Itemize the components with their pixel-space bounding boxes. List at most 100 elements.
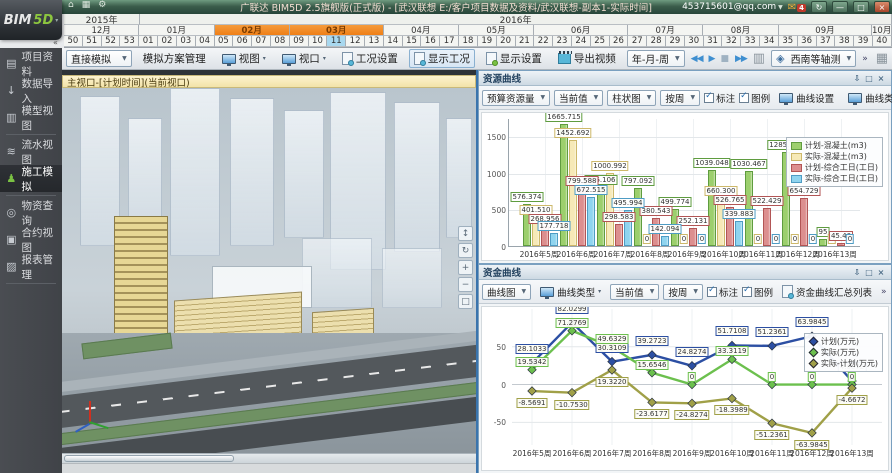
curve-type-button[interactable]: 曲线类型 (843, 88, 892, 107)
timeline-week[interactable]: 08 (271, 36, 290, 47)
timeline-week[interactable]: 24 (572, 36, 591, 47)
timeline-week[interactable]: 09 (290, 36, 309, 47)
sidebar-item-project-info[interactable]: ▤项目资料 (0, 50, 62, 77)
display-settings-button[interactable]: 显示设置 (481, 49, 547, 68)
timeline-week[interactable]: 13 (365, 36, 384, 47)
timeline-week[interactable]: 38 (835, 36, 854, 47)
timeline-week[interactable]: 27 (628, 36, 647, 47)
timeline-week[interactable]: 23 (553, 36, 572, 47)
timeline-week[interactable]: 28 (647, 36, 666, 47)
minimize-button[interactable]: — (832, 1, 848, 13)
stop-button[interactable]: ■ (720, 54, 729, 64)
timeline-month[interactable]: 07月 (628, 25, 703, 36)
timeline-week[interactable]: 21 (516, 36, 535, 47)
curve-settings-button[interactable]: 曲线设置 (774, 88, 839, 107)
simulation-mode-select[interactable]: 直接模拟▼ (66, 50, 132, 67)
pin-icon[interactable]: ⇩ (851, 268, 863, 277)
scrollbar-thumb[interactable] (64, 455, 234, 462)
simulation-plan-manage-button[interactable]: 模拟方案管理 (138, 49, 211, 68)
timeline-week[interactable]: 33 (741, 36, 760, 47)
app-logo[interactable]: BIM 5D ▾ (0, 0, 62, 40)
timeline-week[interactable]: 17 (440, 36, 459, 47)
maximize-icon[interactable]: □ (863, 74, 875, 83)
chart-type-select[interactable]: 曲线图▼ (482, 284, 531, 300)
timeline-month[interactable]: 05月 (459, 25, 534, 36)
legend-checkbox[interactable]: 图例 (739, 91, 770, 105)
timeline-week[interactable]: 40 (873, 36, 892, 47)
view-angle-select[interactable]: ◈西南等轴测▼ (771, 50, 856, 67)
timeline-week[interactable]: 11 (327, 36, 346, 47)
funds-summary-button[interactable]: 资金曲线汇总列表 (777, 282, 877, 301)
sync-icon[interactable]: ↻ (811, 1, 827, 13)
timeline-week[interactable]: 15 (403, 36, 422, 47)
sidebar-item-report-mgmt[interactable]: ▨报表管理 (0, 253, 62, 280)
track-settings-icon[interactable]: ▥ (753, 51, 765, 66)
timeline-week[interactable]: 34 (760, 36, 779, 47)
horizontal-scrollbar[interactable] (62, 453, 476, 463)
3d-scene[interactable]: ↕ ↻ + − □ (62, 88, 476, 453)
maximize-icon[interactable]: □ (863, 268, 875, 277)
timeline-week[interactable]: 25 (591, 36, 610, 47)
legend-checkbox[interactable]: 图例 (742, 285, 773, 299)
timeline-month[interactable]: 12月 (64, 25, 139, 36)
sidebar-item-flow-view[interactable]: ≋流水视图 (0, 138, 62, 165)
timeline-week[interactable]: 05 (215, 36, 234, 47)
timeline-month[interactable]: 09月 (779, 25, 873, 36)
panel-overflow-button[interactable]: » (881, 287, 889, 297)
viewport-button[interactable]: 视口▾ (277, 49, 331, 68)
period-select[interactable]: 按周▼ (663, 284, 703, 300)
timeline-week[interactable]: 18 (459, 36, 478, 47)
timeline-week[interactable]: 52 (102, 36, 121, 47)
resource-bar-chart[interactable]: 576.3741665.715806.106797.092499.7741039… (481, 112, 889, 261)
period-select[interactable]: 按周▼ (660, 90, 700, 106)
fast-forward-button[interactable]: ▶▶ (735, 54, 747, 64)
zoom-in-icon[interactable]: + (458, 260, 473, 275)
timeline-week[interactable]: 30 (685, 36, 704, 47)
orbit-icon[interactable]: ↻ (458, 243, 473, 258)
timeline-week[interactable]: 10 (309, 36, 328, 47)
timeline-month[interactable]: 06月 (534, 25, 628, 36)
timeline-year[interactable]: 2015年 (64, 14, 140, 25)
close-icon[interactable]: × (875, 74, 887, 83)
timeline-week[interactable]: 12 (346, 36, 365, 47)
zoom-out-icon[interactable]: − (458, 277, 473, 292)
curve-type-button[interactable]: 曲线类型▾ (535, 282, 606, 301)
timeline-week[interactable]: 26 (610, 36, 629, 47)
timeline-week[interactable]: 53 (120, 36, 139, 47)
timeline-month[interactable]: 01月 (139, 25, 214, 36)
timeline-week[interactable]: 32 (722, 36, 741, 47)
timeline-week[interactable]: 51 (83, 36, 102, 47)
timeline-week[interactable]: 22 (534, 36, 553, 47)
gear-icon[interactable]: ⚙ (98, 0, 106, 10)
view-button[interactable]: 视图▾ (217, 49, 271, 68)
timeline-week[interactable]: 03 (177, 36, 196, 47)
sidebar-item-material-query[interactable]: ◎物资查询 (0, 199, 62, 226)
timeline-week[interactable]: 19 (478, 36, 497, 47)
home-icon[interactable]: ⌂ (68, 0, 74, 10)
timeline-week[interactable]: 14 (384, 36, 403, 47)
timeline-week[interactable]: 02 (158, 36, 177, 47)
annotate-checkbox[interactable]: 标注 (707, 285, 738, 299)
timeline-week[interactable]: 36 (798, 36, 817, 47)
export-video-button[interactable]: 导出视频 (553, 49, 621, 68)
toolbar-overflow-button[interactable]: » (862, 54, 870, 64)
axis-grid-icon[interactable]: ▦ (876, 51, 888, 66)
value-mode-select[interactable]: 当前值▼ (554, 90, 603, 106)
timeline-week[interactable]: 50 (64, 36, 83, 47)
timeline-week[interactable]: 31 (704, 36, 723, 47)
timeline-week[interactable]: 39 (854, 36, 873, 47)
play-button[interactable]: ▶ (709, 54, 715, 64)
close-icon[interactable]: × (875, 268, 887, 277)
fit-view-icon[interactable]: □ (458, 294, 473, 309)
sidebar-item-data-import[interactable]: ↓数据导入 (0, 77, 62, 104)
timeline-month[interactable]: 10月 (872, 25, 892, 36)
timeline-week[interactable]: 07 (252, 36, 271, 47)
sidebar-item-model-view[interactable]: ▥模型视图 (0, 104, 62, 131)
mail-icon[interactable]: ✉4 (788, 2, 806, 13)
show-condition-button[interactable]: 显示工况 (409, 49, 475, 68)
annotate-checkbox[interactable]: 标注 (704, 91, 735, 105)
timeline-week[interactable]: 37 (817, 36, 836, 47)
timeline-week[interactable]: 20 (497, 36, 516, 47)
maximize-button[interactable]: □ (853, 1, 869, 13)
sidebar-item-construction-sim[interactable]: ♟施工模拟 (0, 165, 62, 192)
